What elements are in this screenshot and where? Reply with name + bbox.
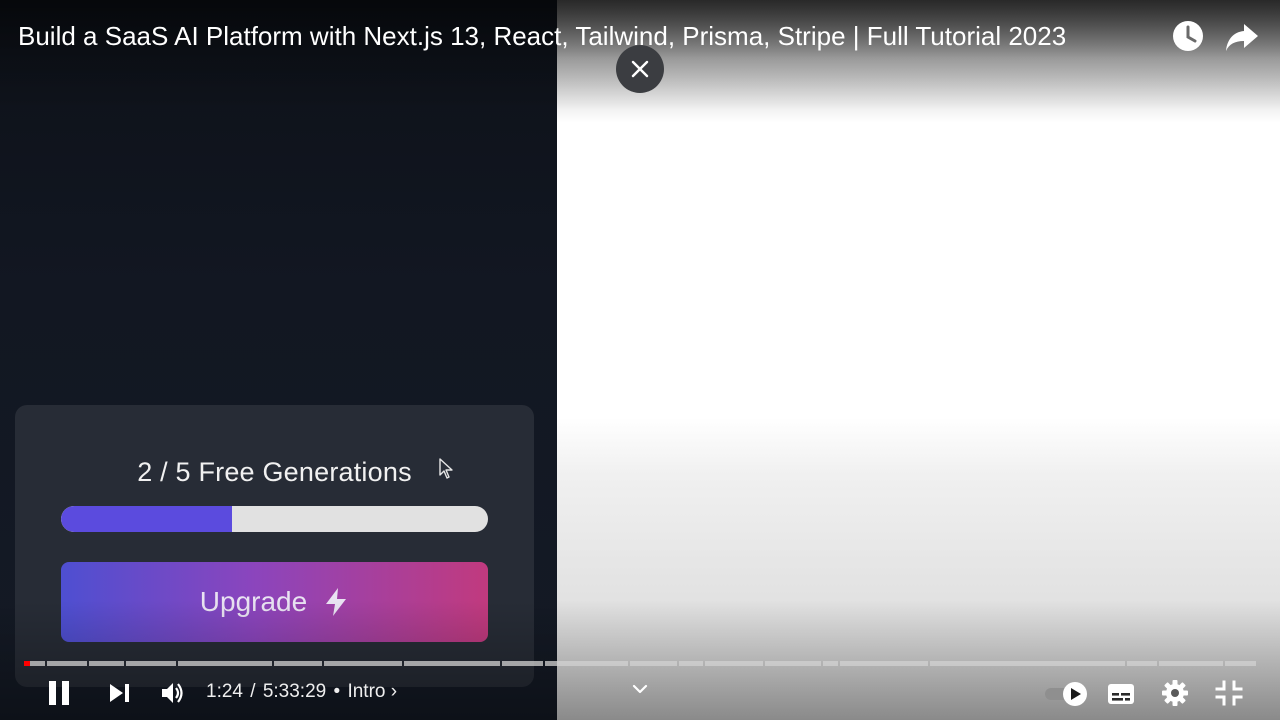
lightning-bolt-icon: [326, 588, 347, 616]
played-progress: [24, 661, 30, 666]
chapter-segment[interactable]: [823, 661, 838, 666]
next-icon[interactable]: [108, 682, 132, 704]
seek-bar[interactable]: [24, 661, 1256, 666]
chapter-segment[interactable]: [274, 661, 322, 666]
free-generations-card: 2 / 5 Free Generations Upgrade: [15, 405, 534, 687]
subtitles-icon[interactable]: [1107, 683, 1135, 705]
chapter-segment[interactable]: [630, 661, 677, 666]
chapter-segment[interactable]: [324, 661, 402, 666]
share-arrow-icon[interactable]: [1224, 20, 1260, 54]
upgrade-button: Upgrade: [61, 562, 488, 642]
chapter-segment[interactable]: [1127, 661, 1157, 666]
volume-icon[interactable]: [160, 681, 186, 705]
gear-icon[interactable]: [1161, 679, 1189, 707]
chapter-segment[interactable]: [930, 661, 1125, 666]
duration: 5:33:29: [262, 681, 327, 702]
chapter-segment[interactable]: [178, 661, 272, 666]
clock-icon[interactable]: [1170, 18, 1206, 54]
time-display: 1:24 / 5:33:29 • Intro ›: [206, 681, 397, 703]
video-right-pane: [557, 0, 1280, 720]
chapter-title[interactable]: Intro: [347, 681, 385, 702]
chapter-segment[interactable]: [545, 661, 628, 666]
video-frame[interactable]: 2 / 5 Free Generations Upgrade: [0, 0, 1280, 720]
autoplay-toggle-icon[interactable]: [1043, 680, 1089, 708]
upgrade-button-label: Upgrade: [199, 586, 308, 617]
chapter-separator: •: [333, 681, 341, 702]
chapter-segment[interactable]: [679, 661, 703, 666]
current-time: 1:24: [206, 681, 243, 702]
chapter-segment[interactable]: [765, 661, 821, 666]
pause-icon[interactable]: [46, 679, 72, 707]
chapter-segment[interactable]: [89, 661, 124, 666]
exit-fullscreen-icon[interactable]: [1215, 680, 1243, 706]
mouse-cursor-icon: [439, 458, 453, 479]
chapter-segment[interactable]: [404, 661, 500, 666]
chapter-segment[interactable]: [705, 661, 763, 666]
chapter-segment[interactable]: [126, 661, 176, 666]
chapter-segment[interactable]: [1225, 661, 1256, 666]
close-button[interactable]: [616, 45, 664, 93]
free-generations-progress: [61, 506, 488, 532]
chevron-down-icon[interactable]: [630, 682, 650, 696]
close-icon: [631, 60, 649, 78]
free-generations-count: 2 / 5 Free Generations: [137, 457, 412, 487]
time-separator: /: [250, 681, 256, 702]
video-title[interactable]: Build a SaaS AI Platform with Next.js 13…: [18, 20, 1138, 52]
chapter-chevron-icon[interactable]: ›: [391, 681, 397, 702]
chapter-segment[interactable]: [1159, 661, 1223, 666]
chapter-segment[interactable]: [47, 661, 87, 666]
chapter-segment[interactable]: [502, 661, 543, 666]
chapter-segment[interactable]: [840, 661, 928, 666]
free-generations-progress-fill: [61, 506, 232, 532]
